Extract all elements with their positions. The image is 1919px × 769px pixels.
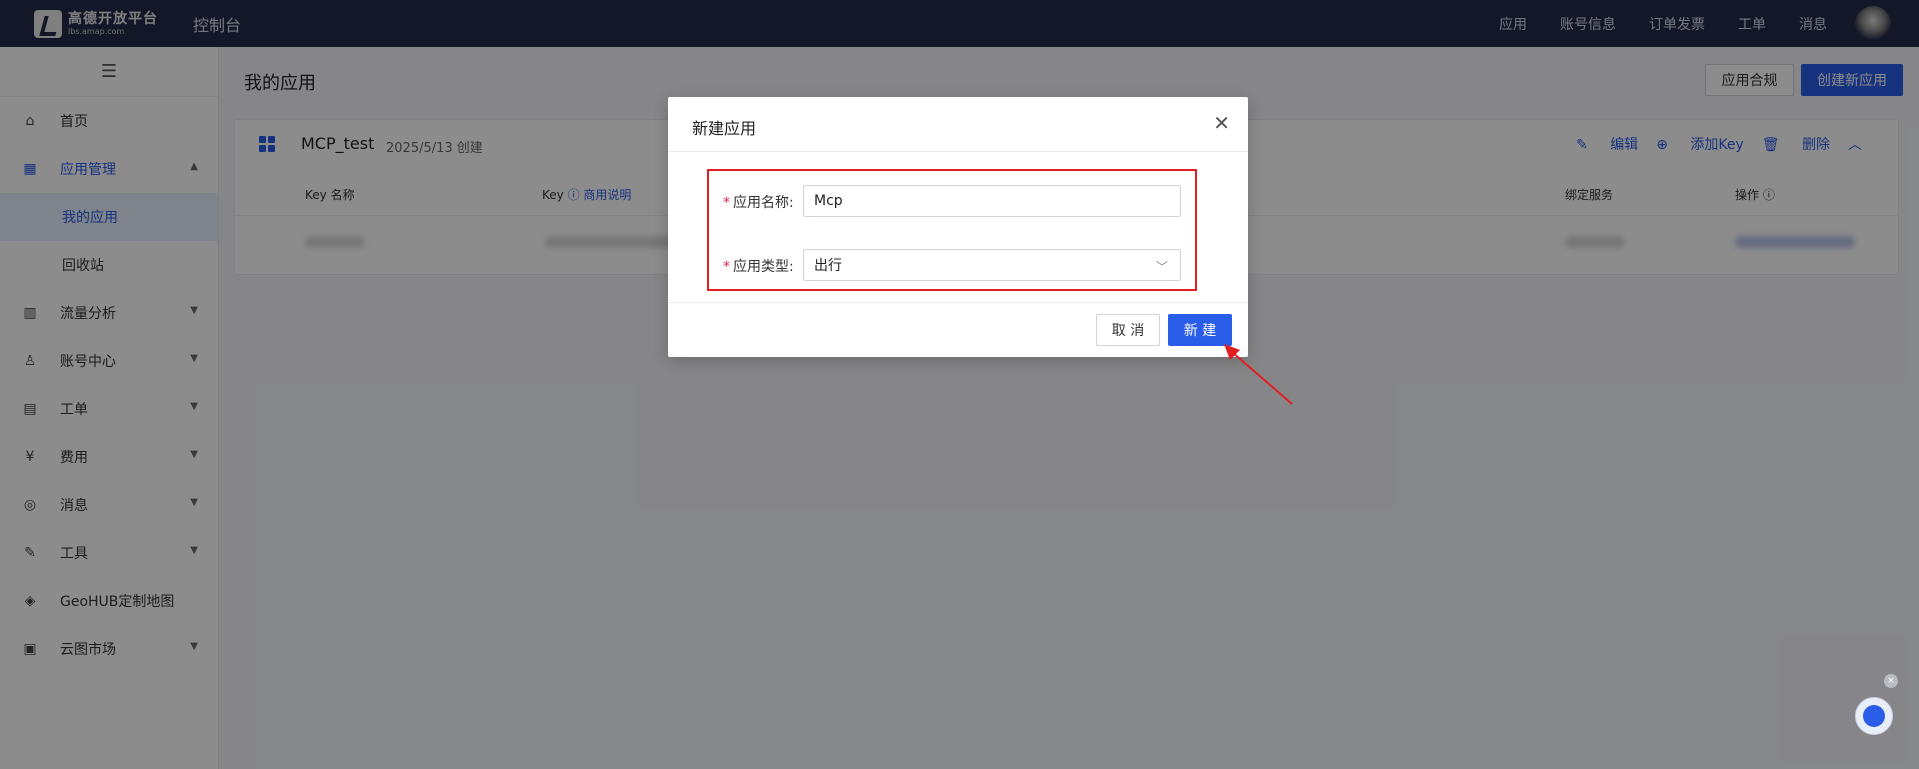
close-float-icon[interactable]: × <box>1884 674 1898 688</box>
app-type-label: * 应用类型: <box>723 259 794 275</box>
app-name-input[interactable]: Mcp <box>803 185 1181 217</box>
app-name-label: * 应用名称: <box>723 195 794 211</box>
cancel-button[interactable]: 取 消 <box>1096 314 1160 346</box>
app-type-select[interactable]: 出行 ﹀ <box>803 249 1181 281</box>
dialog-footer: 取 消 新 建 <box>668 302 1248 357</box>
dialog-header: 新建应用 ✕ <box>668 97 1248 152</box>
help-assistant-icon[interactable] <box>1855 697 1893 735</box>
new-app-dialog: 新建应用 ✕ * 应用名称: Mcp * 应用类型: 出行 ﹀ 取 消 新 建 <box>668 97 1248 357</box>
annotation-arrow <box>1224 344 1293 405</box>
chevron-down-icon: ﹀ <box>1155 260 1168 274</box>
dialog-title: 新建应用 <box>692 119 757 138</box>
dialog-body: * 应用名称: Mcp * 应用类型: 出行 ﹀ <box>668 152 1248 302</box>
close-icon[interactable]: ✕ <box>1213 111 1230 135</box>
